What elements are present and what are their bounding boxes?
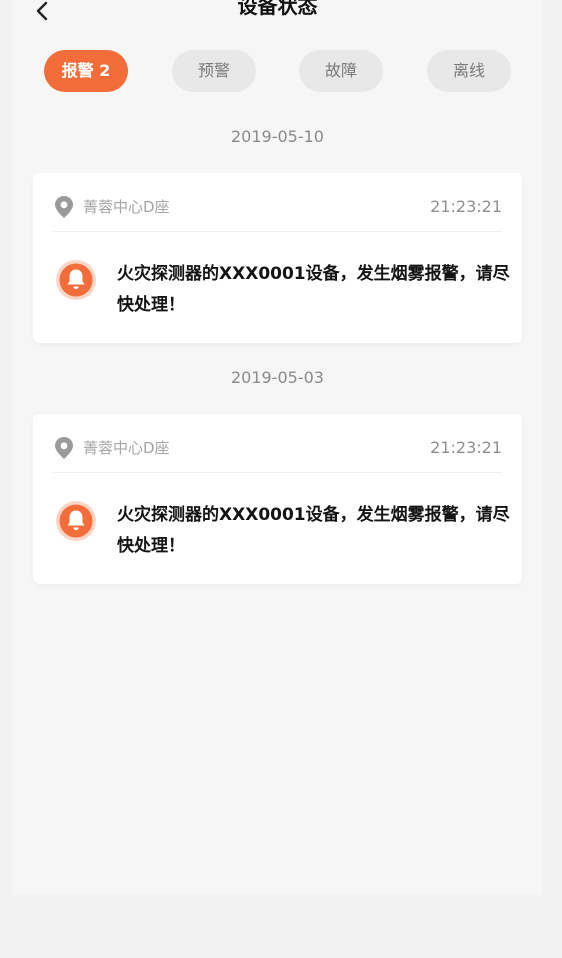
date-header: 2019-05-10 [231,127,324,146]
tab-alarm[interactable]: 报警 2 [44,50,128,92]
tab-offline[interactable]: 离线 [427,50,511,92]
location-pin-icon [55,196,73,218]
location-pin-icon [55,437,73,459]
tab-warning[interactable]: 预警 [172,50,256,92]
bell-icon [56,260,96,300]
time-label: 21:23:21 [430,438,502,457]
card-header: 菁蓉中心D座 21:23:21 [53,434,502,464]
app-screen: 设备状态 报警 2 预警 故障 离线 2019-05-10 菁蓉中心D座 21:… [12,0,543,895]
location-label: 菁蓉中心D座 [83,198,170,216]
card-header: 菁蓉中心D座 21:23:21 [53,193,502,223]
bell-icon [56,501,96,541]
date-header: 2019-05-03 [231,368,324,387]
alarm-card[interactable]: 菁蓉中心D座 21:23:21 火灾探测器的XXX0001设备，发生烟雾报警，请… [33,173,522,343]
page-title: 设备状态 [237,0,318,18]
divider [53,231,502,232]
divider [53,472,502,473]
alarm-message: 火灾探测器的XXX0001设备，发生烟雾报警，请尽快处理！ [117,264,510,315]
time-label: 21:23:21 [430,197,502,216]
alarm-message: 火灾探测器的XXX0001设备，发生烟雾报警，请尽快处理！ [117,505,510,556]
location-label: 菁蓉中心D座 [83,439,170,457]
nav-bar: 设备状态 [12,0,543,28]
tab-fault[interactable]: 故障 [299,50,383,92]
status-tabs: 报警 2 预警 故障 离线 [12,50,543,92]
alarm-card[interactable]: 菁蓉中心D座 21:23:21 火灾探测器的XXX0001设备，发生烟雾报警，请… [33,414,522,584]
